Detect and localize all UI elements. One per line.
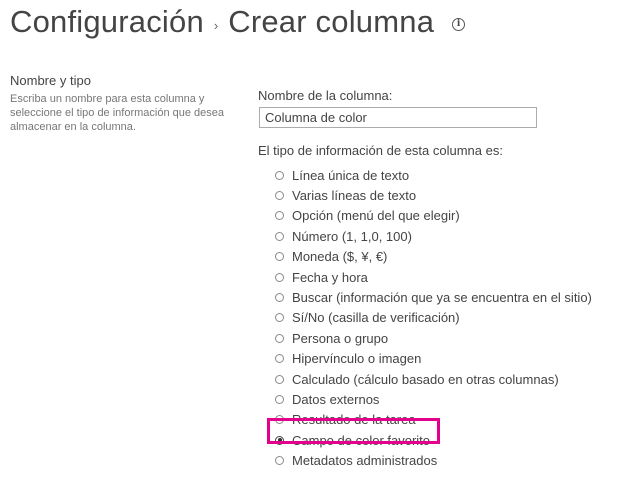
column-type-option[interactable]: Campo de color favorito [258, 430, 618, 450]
column-type-option-label: Persona o grupo [292, 330, 389, 346]
section-heading: Nombre y tipo [10, 73, 91, 88]
column-type-option-label: Opción (menú del que elegir) [292, 208, 460, 224]
radio-button[interactable] [275, 252, 284, 262]
column-type-option[interactable]: Número (1, 1,0, 100) [258, 226, 618, 246]
column-type-option[interactable]: Resultado de la tarea [258, 410, 618, 430]
column-name-input[interactable] [259, 107, 537, 128]
column-type-option-label: Resultado de la tarea [292, 412, 416, 428]
column-type-option[interactable]: Calculado (cálculo basado en otras colum… [258, 369, 618, 389]
radio-button[interactable] [275, 272, 284, 282]
column-type-option[interactable]: Línea única de texto [258, 165, 618, 185]
breadcrumb-settings-link[interactable]: Configuración [10, 4, 204, 40]
radio-button[interactable] [275, 333, 284, 343]
page-title: Crear columna [228, 4, 435, 39]
breadcrumb-separator: › [213, 17, 219, 33]
radio-button[interactable] [275, 313, 284, 323]
radio-button[interactable] [275, 211, 284, 221]
column-type-option[interactable]: Varias líneas de texto [258, 185, 618, 205]
column-type-option-label: Fecha y hora [292, 269, 368, 285]
column-type-option-label: Campo de color favorito [292, 432, 431, 448]
radio-button[interactable] [275, 191, 284, 201]
column-type-option[interactable]: Metadatos administrados [258, 450, 618, 470]
column-type-option-label: Datos externos [292, 391, 380, 407]
radio-button[interactable] [275, 231, 284, 241]
radio-button[interactable] [275, 374, 284, 384]
column-type-option-label: Línea única de texto [292, 167, 410, 183]
info-icon[interactable]: i [452, 17, 466, 31]
page-header: Configuración › Crear columna i [10, 4, 466, 40]
column-type-option-label: Sí/No (casilla de verificación) [292, 310, 460, 326]
column-type-option-label: Hipervínculo o imagen [292, 351, 422, 367]
column-type-label: El tipo de información de esta columna e… [258, 143, 503, 158]
column-type-option[interactable]: Fecha y hora [258, 267, 618, 287]
column-type-option-label: Calculado (cálculo basado en otras colum… [292, 371, 559, 387]
radio-button[interactable] [275, 293, 284, 303]
section-info: Nombre y tipo Escriba un nombre para est… [10, 73, 235, 134]
column-type-option[interactable]: Hipervínculo o imagen [258, 349, 618, 369]
column-type-option[interactable]: Persona o grupo [258, 328, 618, 348]
column-type-option-label: Moneda ($, ¥, €) [292, 249, 388, 265]
section-description: Escriba un nombre para esta columna y se… [10, 93, 225, 133]
column-type-option[interactable]: Buscar (información que ya se encuentra … [258, 287, 618, 307]
column-form: Nombre de la columna: El tipo de informa… [258, 88, 618, 471]
radio-button[interactable] [275, 170, 284, 180]
column-type-option[interactable]: Moneda ($, ¥, €) [258, 247, 618, 267]
radio-button[interactable] [275, 415, 284, 425]
column-type-option-label: Número (1, 1,0, 100) [292, 228, 412, 244]
column-type-option-label: Buscar (información que ya se encuentra … [292, 290, 592, 306]
column-name-label: Nombre de la columna: [258, 88, 393, 103]
column-type-option[interactable]: Opción (menú del que elegir) [258, 206, 618, 226]
column-type-list: Línea única de texto Varias líneas de tex… [258, 165, 618, 471]
radio-button[interactable] [275, 394, 284, 404]
radio-button-selected[interactable] [275, 435, 284, 445]
column-type-option[interactable]: Sí/No (casilla de verificación) [258, 308, 618, 328]
radio-button[interactable] [275, 354, 284, 364]
radio-button[interactable] [275, 456, 284, 466]
column-type-option-label: Metadatos administrados [292, 453, 438, 469]
column-type-option-label: Varias líneas de texto [292, 188, 417, 204]
column-type-option[interactable]: Datos externos [258, 389, 618, 409]
